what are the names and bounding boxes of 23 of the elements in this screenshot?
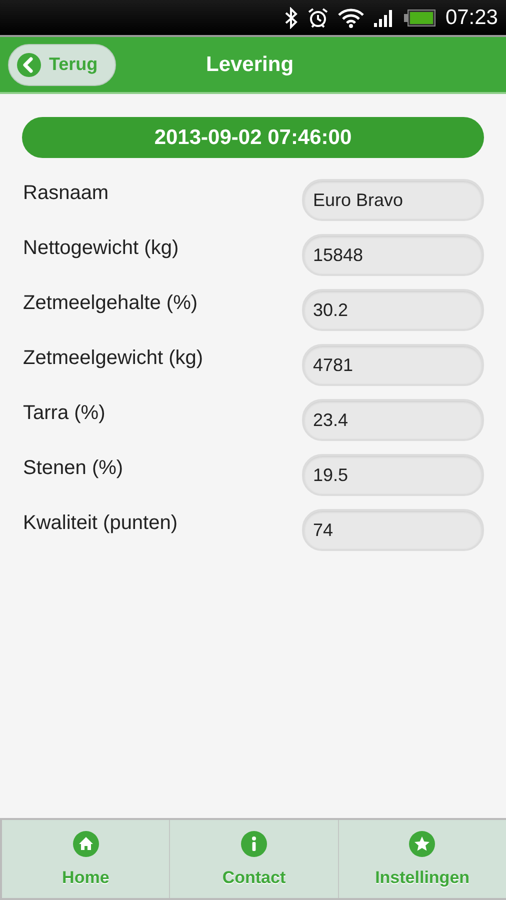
- info-icon: [240, 830, 267, 856]
- bluetooth-icon: [284, 6, 298, 28]
- input-field[interactable]: Euro Bravo: [302, 179, 484, 221]
- date-banner: 2013-09-02 07:46:00: [22, 117, 484, 158]
- input-field[interactable]: 4781: [302, 344, 484, 386]
- clock-time: 07:23: [445, 6, 498, 30]
- field-label: Nettogewicht (kg): [23, 237, 179, 260]
- home-icon: [72, 830, 99, 856]
- wifi-icon: [338, 8, 364, 28]
- input-field[interactable]: 30.2: [302, 289, 484, 331]
- input-field[interactable]: 19.5: [302, 454, 484, 496]
- battery-icon: [404, 8, 436, 26]
- field-label: Kwaliteit (punten): [23, 512, 178, 535]
- field-label: Rasnaam: [23, 182, 109, 205]
- input-field[interactable]: 15848: [302, 234, 484, 276]
- field-label: Zetmeelgehalte (%): [23, 292, 198, 315]
- input-field[interactable]: 74: [302, 509, 484, 551]
- alarm-clock-icon: [307, 6, 330, 28]
- input-field[interactable]: 23.4: [302, 399, 484, 441]
- page-title: Levering: [206, 52, 294, 76]
- field-label: Zetmeelgewicht (kg): [23, 347, 204, 370]
- field-label: Stenen (%): [23, 457, 124, 480]
- field-label: Tarra (%): [23, 402, 106, 425]
